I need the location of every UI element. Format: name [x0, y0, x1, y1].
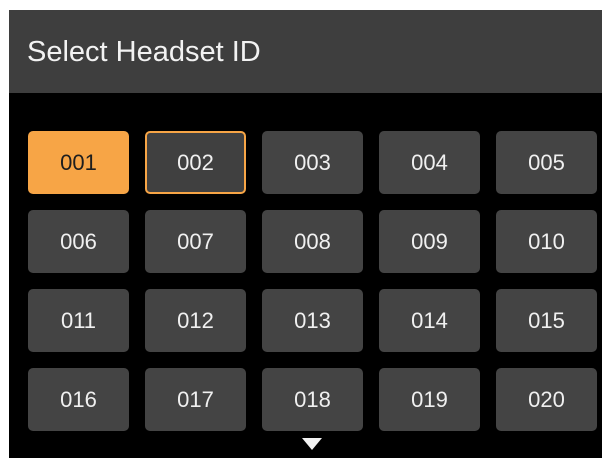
headset-id-button[interactable]: 017 [145, 368, 246, 431]
headset-id-button-selected[interactable]: 001 [28, 131, 129, 194]
headset-id-button[interactable]: 006 [28, 210, 129, 273]
headset-id-button[interactable]: 007 [145, 210, 246, 273]
headset-id-button[interactable]: 012 [145, 289, 246, 352]
scroll-down-icon[interactable] [302, 438, 322, 450]
headset-id-button[interactable]: 004 [379, 131, 480, 194]
headset-id-button[interactable]: 016 [28, 368, 129, 431]
headset-id-button[interactable]: 010 [496, 210, 597, 273]
headset-id-button[interactable]: 018 [262, 368, 363, 431]
headset-id-button[interactable]: 019 [379, 368, 480, 431]
headset-id-button[interactable]: 005 [496, 131, 597, 194]
headset-id-button-focused[interactable]: 002 [145, 131, 246, 194]
headset-id-button[interactable]: 011 [28, 289, 129, 352]
headset-id-button[interactable]: 020 [496, 368, 597, 431]
page-title: Select Headset ID [27, 36, 261, 68]
headset-id-button[interactable]: 008 [262, 210, 363, 273]
headset-id-button[interactable]: 009 [379, 210, 480, 273]
headset-id-button[interactable]: 014 [379, 289, 480, 352]
headset-id-grid: 001 002 003 004 005 006 007 008 009 010 … [28, 131, 598, 431]
headset-id-button[interactable]: 003 [262, 131, 363, 194]
headset-id-button[interactable]: 013 [262, 289, 363, 352]
headset-id-button[interactable]: 015 [496, 289, 597, 352]
headset-id-screen: Select Headset ID 001 002 003 004 005 00… [9, 10, 602, 458]
header-bar: Select Headset ID [9, 10, 602, 93]
